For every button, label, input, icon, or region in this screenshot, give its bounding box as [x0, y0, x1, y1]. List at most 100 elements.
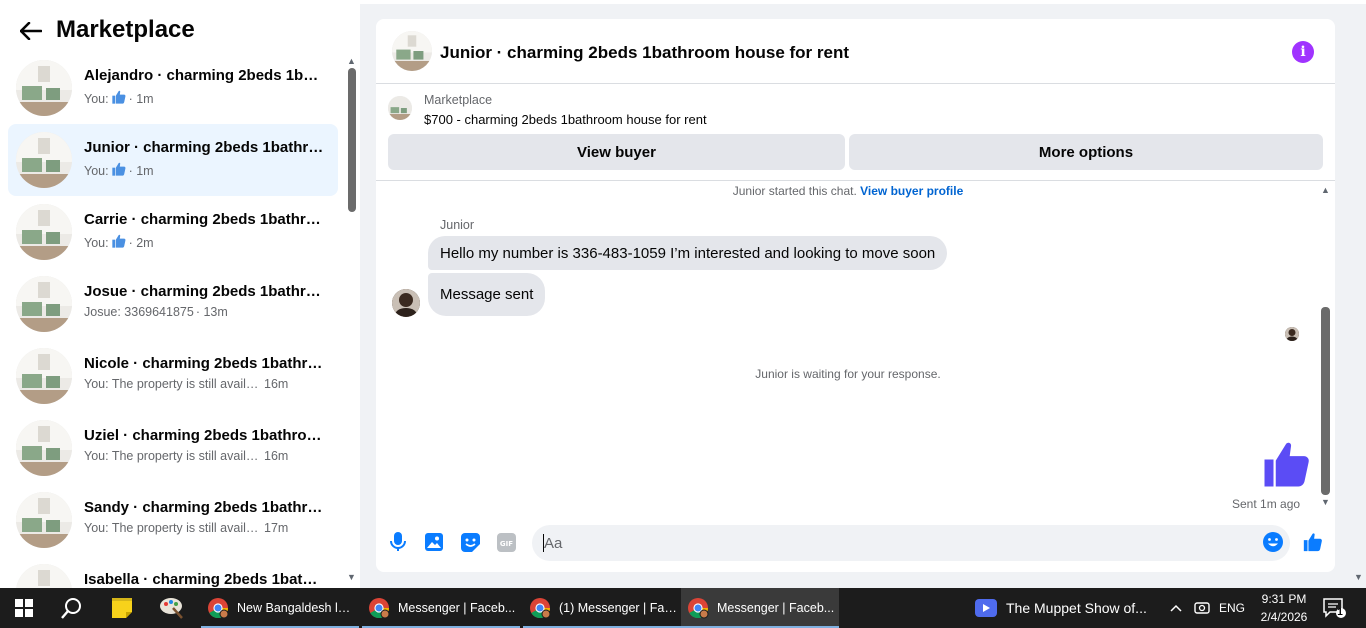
preview-text: You: The property is still available....: [84, 377, 262, 391]
listing-thumbnail[interactable]: [388, 96, 412, 120]
taskbar-app-label: Messenger | Faceb...: [398, 601, 516, 615]
listing-avatar: [16, 60, 72, 116]
message-input[interactable]: Aa: [532, 525, 1290, 561]
scroll-down-arrow[interactable]: ▼: [347, 572, 356, 582]
windows-taskbar: New Bangaldesh le... Messenger | Faceb...…: [0, 588, 1366, 628]
conversation-name: Sandy · charming 2beds 1bathroom house f…: [84, 499, 324, 516]
taskbar-app-chrome[interactable]: New Bangaldesh le...: [201, 588, 359, 628]
preview-time: 16m: [264, 377, 289, 391]
message-composer: GIF Aa: [376, 522, 1335, 562]
conversation-item[interactable]: Carrie · charming 2beds 1bathroom house …: [8, 196, 338, 268]
message-bubble[interactable]: Message sent: [428, 273, 546, 316]
marketplace-listing-card: Marketplace $700 - charming 2beds 1bathr…: [376, 84, 1335, 181]
conversation-item[interactable]: Uziel · charming 2beds 1bathroom house f…: [8, 412, 338, 484]
microphone-icon[interactable]: [387, 531, 409, 553]
taskbar-app-label: (1) Messenger | Fac...: [559, 601, 677, 615]
chat-avatar[interactable]: [392, 31, 432, 71]
conversation-preview: You: · 2m: [84, 233, 334, 252]
conversation-item[interactable]: Alejandro · charming 2beds 1bathroom hou…: [8, 52, 338, 124]
video-icon[interactable]: [974, 588, 998, 628]
conversation-preview: You: The property is still available....…: [84, 521, 334, 535]
emoji-icon[interactable]: [1262, 531, 1284, 553]
conversation-name: Isabella · charming 2beds 1bathroom hous…: [84, 571, 324, 588]
chat-header: Junior · charming 2beds 1bathroom house …: [376, 19, 1335, 84]
gif-icon[interactable]: GIF: [495, 531, 517, 553]
more-options-button[interactable]: More options: [849, 134, 1323, 170]
sticker-icon[interactable]: [459, 531, 481, 553]
listing-avatar: [16, 276, 72, 332]
conversation-item[interactable]: Sandy · charming 2beds 1bathroom house f…: [8, 484, 338, 556]
chrome-icon: [687, 597, 709, 619]
camera-icon[interactable]: [1192, 588, 1212, 628]
sender-avatar[interactable]: [392, 289, 420, 317]
view-buyer-button[interactable]: View buyer: [388, 134, 845, 170]
preview-prefix: You:: [84, 91, 109, 106]
windows-start-icon[interactable]: [0, 588, 48, 628]
sticky-notes-icon[interactable]: [100, 588, 144, 628]
conversation-name: Nicole · charming 2beds 1bathroom house …: [84, 355, 324, 372]
svg-text:GIF: GIF: [499, 540, 512, 548]
scroll-down-arrow[interactable]: ▼: [1321, 497, 1330, 507]
scroll-down-arrow[interactable]: ▼: [1354, 572, 1363, 582]
listing-avatar: [16, 204, 72, 260]
conversation-preview: You: The property is still available....…: [84, 449, 334, 463]
info-icon[interactable]: i: [1292, 41, 1314, 63]
conversation-item[interactable]: Nicole · charming 2beds 1bathroom house …: [8, 340, 338, 412]
chat-title[interactable]: Junior · charming 2beds 1bathroom house …: [440, 43, 849, 63]
preview-text: You: The property is still available....: [84, 449, 262, 463]
conversation-name: Uziel · charming 2beds 1bathroom house f…: [84, 427, 324, 444]
back-arrow-icon[interactable]: [18, 18, 44, 44]
taskbar-app-label: New Bangaldesh le...: [237, 601, 355, 615]
preview-text: Josue: 3369641875: [84, 305, 194, 319]
preview-time: · 1m: [128, 91, 154, 106]
conversation-preview: Josue: 3369641875 · 13m: [84, 305, 334, 319]
listing-avatar: [16, 564, 72, 588]
taskbar-app-chrome[interactable]: Messenger | Faceb...: [362, 588, 520, 628]
preview-prefix: You:: [84, 163, 109, 178]
clock-time[interactable]: 9:31 PM: [1259, 592, 1309, 606]
listing-avatar: [16, 132, 72, 188]
chat-panel: Junior · charming 2beds 1bathroom house …: [376, 19, 1335, 572]
like-icon[interactable]: [1302, 531, 1324, 553]
conversation-name: Josue · charming 2beds 1bathroom house f…: [84, 283, 324, 300]
image-icon[interactable]: [423, 531, 445, 553]
taskbar-app-chrome[interactable]: Messenger | Faceb...: [681, 588, 839, 628]
chrome-icon: [529, 597, 551, 619]
chevron-up-icon[interactable]: [1166, 588, 1186, 628]
like-icon: [111, 89, 127, 108]
message-thread: Junior started this chat. View buyer pro…: [376, 181, 1335, 519]
scroll-up-arrow[interactable]: ▲: [347, 56, 356, 66]
message-bubble[interactable]: Hello my number is 336-483-1059 I’m inte…: [428, 236, 948, 270]
conversation-sidebar: Marketplace Alejandro · charming 2beds 1…: [0, 0, 360, 588]
scroll-up-arrow[interactable]: ▲: [1321, 185, 1330, 195]
conversation-preview: You: · 1m: [84, 89, 334, 108]
listing-avatar: [16, 492, 72, 548]
media-title[interactable]: The Muppet Show of...: [1006, 600, 1147, 616]
conversation-item[interactable]: Junior · charming 2beds 1bathroom house …: [8, 124, 338, 196]
preview-time: · 1m: [128, 163, 154, 178]
like-icon[interactable]: [1260, 437, 1314, 491]
conversation-name: Carrie · charming 2beds 1bathroom house …: [84, 211, 324, 228]
paint-icon[interactable]: [150, 588, 194, 628]
conversation-item[interactable]: Josue · charming 2beds 1bathroom house f…: [8, 268, 338, 340]
waiting-notice: Junior is waiting for your response.: [755, 367, 941, 381]
language-indicator[interactable]: ENG: [1219, 601, 1245, 615]
listing-title[interactable]: $700 - charming 2beds 1bathroom house fo…: [424, 112, 707, 127]
thread-scrollbar-thumb[interactable]: [1321, 307, 1330, 495]
notification-count: 1: [1337, 607, 1343, 618]
clock-date[interactable]: 2/4/2026: [1257, 610, 1311, 624]
sent-status: Sent 1m ago: [1232, 497, 1301, 511]
listing-avatar: [16, 348, 72, 404]
seen-indicator-avatar: [1285, 327, 1299, 341]
sidebar-scrollbar-thumb[interactable]: [348, 68, 356, 212]
chrome-icon: [207, 597, 229, 619]
conversation-item[interactable]: Isabella · charming 2beds 1bathroom hous…: [8, 556, 338, 588]
sidebar-title: Marketplace: [56, 16, 195, 43]
preview-time: · 13m: [195, 305, 228, 319]
conversation-list: Alejandro · charming 2beds 1bathroom hou…: [8, 52, 338, 588]
taskbar-app-chrome[interactable]: (1) Messenger | Fac...: [523, 588, 681, 628]
search-icon[interactable]: [48, 588, 96, 628]
message-input-placeholder: Aa: [544, 535, 563, 552]
preview-time: · 2m: [128, 235, 154, 250]
view-buyer-profile-link[interactable]: View buyer profile: [860, 184, 963, 198]
